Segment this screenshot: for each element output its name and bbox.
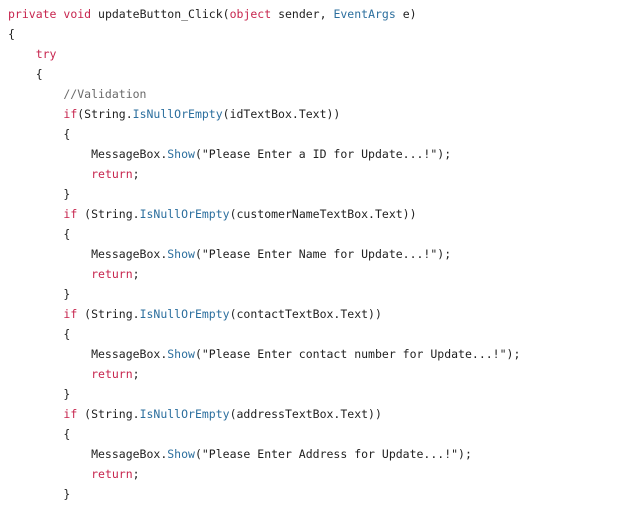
- code-line: {: [8, 424, 70, 444]
- code-token-plain: {: [8, 67, 43, 81]
- code-token-plain: ;: [132, 267, 140, 281]
- code-token-plain: MessageBox.: [8, 347, 168, 361]
- code-line: MessageBox.Show("Please Enter a ID for U…: [8, 144, 451, 164]
- code-token-plain: }: [8, 387, 71, 401]
- code-token-keyword: return: [91, 467, 133, 481]
- code-token-method: Show: [167, 147, 195, 161]
- code-line: }: [8, 284, 70, 304]
- code-line: {: [8, 24, 15, 44]
- code-token-keyword: return: [91, 367, 133, 381]
- code-token-plain: (String.: [77, 207, 140, 221]
- code-token-keyword: return: [91, 167, 133, 181]
- code-token-plain: {: [8, 327, 71, 341]
- code-line: {: [8, 324, 70, 344]
- code-line: return;: [8, 164, 140, 184]
- code-line: if(String.IsNullOrEmpty(idTextBox.Text)): [8, 104, 340, 124]
- code-token-keyword: if: [63, 407, 78, 421]
- code-token-plain: ("Please Enter a ID for Update...!");: [194, 147, 452, 161]
- code-token-keyword: object: [229, 7, 272, 21]
- code-token-plain: }: [8, 487, 71, 501]
- code-view: private void updateButton_Click(object s…: [0, 0, 636, 511]
- code-token-plain: ;: [132, 167, 140, 181]
- code-token-keyword: if: [63, 307, 78, 321]
- code-token-plain: updateButton_Click(: [91, 7, 230, 21]
- code-line: {: [8, 64, 43, 84]
- code-token-plain: ;: [132, 467, 140, 481]
- code-line: try: [8, 44, 57, 64]
- code-token-keyword: if: [63, 207, 78, 221]
- code-token-keyword: try: [35, 47, 57, 61]
- code-token-keyword: return: [91, 267, 133, 281]
- code-line: }: [8, 484, 70, 504]
- code-token-method: IsNullOrEmpty: [139, 207, 230, 221]
- code-token-plain: (String.: [77, 307, 140, 321]
- code-line: MessageBox.Show("Please Enter Address fo…: [8, 444, 472, 464]
- code-token-plain: ("Please Enter contact number for Update…: [194, 347, 521, 361]
- code-line: {: [8, 124, 70, 144]
- code-token-plain: sender,: [271, 7, 334, 21]
- code-line: private void updateButton_Click(object s…: [8, 4, 417, 24]
- code-line: //Validation: [8, 84, 146, 104]
- code-token-plain: MessageBox.: [8, 247, 168, 261]
- code-token-keyword: if: [63, 107, 78, 121]
- code-token-comment: //Validation: [8, 87, 147, 101]
- code-token-plain: e): [395, 7, 417, 21]
- code-token-type: EventArgs: [333, 7, 396, 21]
- code-token-method: IsNullOrEmpty: [132, 107, 223, 121]
- code-token-keyword: void: [63, 7, 92, 21]
- code-token-plain: {: [8, 427, 71, 441]
- code-token-plain: {: [8, 227, 71, 241]
- code-token-method: Show: [167, 247, 195, 261]
- code-token-plain: ("Please Enter Name for Update...!");: [194, 247, 452, 261]
- code-token-plain: ;: [132, 367, 140, 381]
- code-line: }: [8, 384, 70, 404]
- code-token-keyword: private: [8, 7, 57, 21]
- code-line: if (String.IsNullOrEmpty(customerNameTex…: [8, 204, 417, 224]
- code-line: if (String.IsNullOrEmpty(contactTextBox.…: [8, 304, 382, 324]
- code-token-method: IsNullOrEmpty: [139, 307, 230, 321]
- code-line: MessageBox.Show("Please Enter Name for U…: [8, 244, 451, 264]
- code-token-plain: (idTextBox.Text)): [222, 107, 341, 121]
- code-token-plain: MessageBox.: [8, 147, 168, 161]
- code-token-plain: (String.: [77, 407, 140, 421]
- code-token-plain: }: [8, 287, 71, 301]
- code-token-plain: (addressTextBox.Text)): [229, 407, 382, 421]
- code-line: {: [8, 224, 70, 244]
- code-token-plain: {: [8, 127, 71, 141]
- code-token-plain: ("Please Enter Address for Update...!");: [194, 447, 472, 461]
- code-line: return;: [8, 364, 140, 384]
- code-token-plain: MessageBox.: [8, 447, 168, 461]
- code-token-plain: {: [8, 27, 15, 41]
- code-line: return;: [8, 264, 140, 284]
- code-line: }: [8, 184, 70, 204]
- code-token-plain: }: [8, 187, 71, 201]
- code-token-plain: (customerNameTextBox.Text)): [229, 207, 417, 221]
- code-token-plain: (contactTextBox.Text)): [229, 307, 382, 321]
- code-token-method: IsNullOrEmpty: [139, 407, 230, 421]
- code-line: if (String.IsNullOrEmpty(addressTextBox.…: [8, 404, 382, 424]
- code-token-plain: (String.: [77, 107, 133, 121]
- code-line: MessageBox.Show("Please Enter contact nu…: [8, 344, 520, 364]
- code-line: return;: [8, 464, 140, 484]
- code-token-method: Show: [167, 447, 195, 461]
- code-token-method: Show: [167, 347, 195, 361]
